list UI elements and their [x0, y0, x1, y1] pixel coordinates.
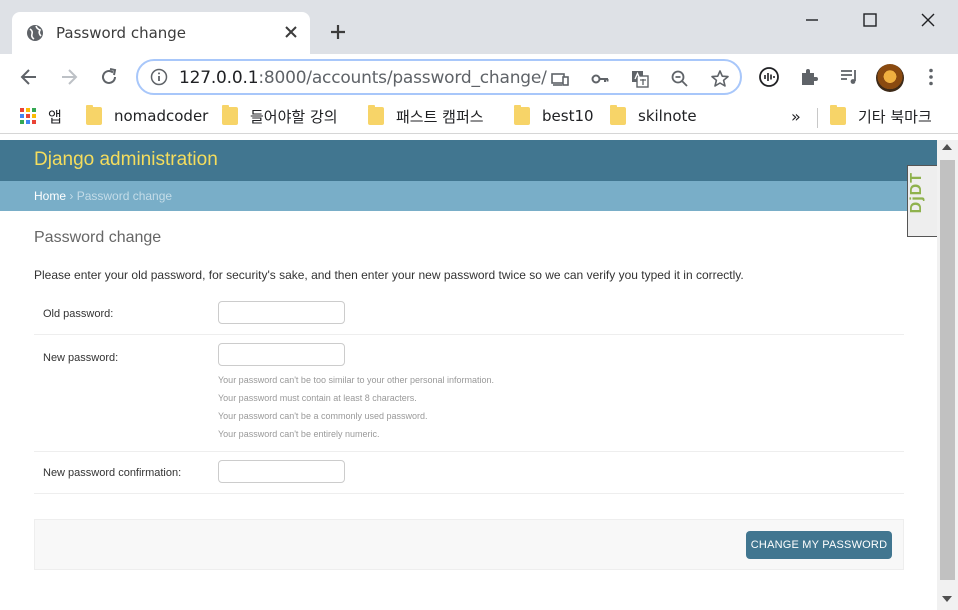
- bookmarks-overflow-button[interactable]: »: [791, 105, 801, 127]
- key-icon[interactable]: [590, 69, 610, 89]
- bookmark-folder[interactable]: 패스트 캠퍼스: [368, 105, 484, 127]
- breadcrumb-current: Password change: [76, 189, 173, 203]
- window-close-icon[interactable]: [916, 8, 940, 32]
- browser-titlebar: Password change: [0, 0, 958, 54]
- translate-icon[interactable]: [630, 69, 650, 89]
- debug-toolbar-label: DjDT: [908, 172, 925, 214]
- password-help-item: Your password must contain at least 8 ch…: [218, 393, 417, 403]
- address-bar[interactable]: 127.0.0.1:8000/accounts/password_change/: [136, 59, 742, 95]
- tab-title: Password change: [56, 24, 187, 42]
- bookmark-folder[interactable]: skilnote: [610, 105, 697, 127]
- intro-text: Please enter your old password, for secu…: [34, 268, 744, 282]
- password-help-list: Your password can't be too similar to yo…: [218, 371, 494, 443]
- form-row-password-confirmation: New password confirmation:: [34, 452, 904, 494]
- bookmark-apps-label: 앱: [48, 107, 62, 126]
- form-row-new-password: New password: Your password can't be too…: [34, 335, 904, 452]
- scrollbar-thumb[interactable]: [940, 160, 955, 580]
- reload-icon[interactable]: [98, 66, 120, 88]
- minimize-icon[interactable]: [800, 8, 824, 32]
- old-password-field[interactable]: [218, 301, 345, 324]
- page-title: Password change: [34, 229, 162, 246]
- password-confirmation-field[interactable]: [218, 460, 345, 483]
- bookmark-label: 기타 북마크: [858, 107, 932, 126]
- change-password-button[interactable]: Change my password: [746, 531, 892, 559]
- bookmark-label: 패스트 캠퍼스: [396, 107, 484, 126]
- password-help-item: Your password can't be a commonly used p…: [218, 411, 428, 421]
- profile-avatar[interactable]: [876, 64, 904, 92]
- url-text[interactable]: 127.0.0.1:8000/accounts/password_change/: [179, 68, 547, 88]
- folder-icon: [610, 105, 626, 125]
- extension-audio-icon[interactable]: [758, 66, 780, 88]
- zoom-out-icon[interactable]: [670, 69, 690, 89]
- site-info-icon[interactable]: [150, 68, 168, 86]
- folder-icon: [86, 105, 102, 125]
- new-password-label: New password:: [43, 352, 119, 364]
- tab-close-icon[interactable]: [282, 23, 300, 41]
- scroll-up-icon[interactable]: [942, 144, 952, 150]
- back-icon[interactable]: [18, 66, 40, 88]
- folder-icon: [830, 105, 846, 125]
- chrome-menu-icon[interactable]: [920, 66, 942, 88]
- bookmark-folder[interactable]: nomadcoder: [86, 105, 208, 127]
- apps-grid-icon: [20, 108, 36, 124]
- bookmark-other-folder[interactable]: 기타 북마크: [830, 105, 932, 127]
- folder-icon: [368, 105, 384, 125]
- site-brand[interactable]: Django administration: [34, 149, 218, 171]
- submit-row: Change my password: [34, 519, 904, 570]
- cast-icon[interactable]: [550, 69, 570, 89]
- bookmark-label: 들어야할 강의: [250, 107, 338, 126]
- bookmark-label: best10: [542, 107, 594, 125]
- bookmark-folder[interactable]: best10: [514, 105, 594, 127]
- page-viewport: Django administration Home › Password ch…: [0, 140, 937, 610]
- breadcrumb-separator: ›: [66, 189, 77, 203]
- forward-icon[interactable]: [58, 66, 80, 88]
- password-help-item: Your password can't be too similar to yo…: [218, 375, 495, 385]
- globe-icon: [27, 25, 43, 41]
- browser-tab[interactable]: Password change: [12, 12, 310, 54]
- breadcrumb-home-link[interactable]: Home: [34, 189, 66, 203]
- bookmark-label: skilnote: [638, 107, 697, 125]
- media-control-icon[interactable]: [838, 66, 860, 88]
- bookmark-star-icon[interactable]: [710, 69, 730, 89]
- password-confirmation-label: New password confirmation:: [43, 467, 182, 479]
- bookmarks-bar: 앱 nomadcoder 들어야할 강의 패스트 캠퍼스 best10 skil…: [0, 100, 958, 134]
- bookmark-apps[interactable]: 앱: [20, 105, 62, 127]
- maximize-icon[interactable]: [858, 8, 882, 32]
- bookmark-folder[interactable]: 들어야할 강의: [222, 105, 338, 127]
- debug-toolbar-handle[interactable]: DjDT: [907, 165, 937, 237]
- scroll-down-icon[interactable]: [942, 596, 952, 602]
- breadcrumb: Home › Password change: [0, 181, 937, 211]
- folder-icon: [514, 105, 530, 125]
- folder-icon: [222, 105, 238, 125]
- django-header: Django administration: [0, 140, 937, 181]
- url-path: :8000/accounts/password_change/: [258, 68, 547, 88]
- bookmarks-divider: [817, 108, 818, 128]
- bookmark-label: nomadcoder: [114, 107, 209, 125]
- new-tab-icon[interactable]: [328, 22, 348, 42]
- old-password-label: Old password:: [43, 308, 114, 320]
- page-scrollbar[interactable]: [937, 140, 958, 610]
- form-row-old-password: Old password:: [34, 292, 904, 335]
- new-password-field[interactable]: [218, 343, 345, 366]
- password-help-item: Your password can't be entirely numeric.: [218, 429, 380, 439]
- url-host: 127.0.0.1: [179, 68, 259, 88]
- extensions-icon[interactable]: [798, 66, 820, 88]
